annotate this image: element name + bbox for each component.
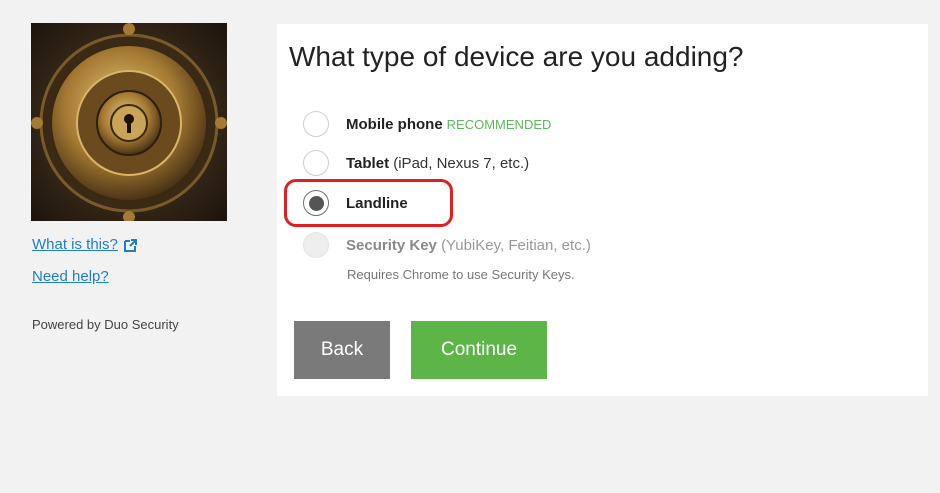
radio-security-key: [303, 232, 329, 258]
option-detail: (YubiKey, Feitian, etc.): [441, 236, 591, 254]
what-is-this-row: What is this?: [32, 235, 137, 255]
option-label: Tablet: [346, 154, 390, 172]
recommended-badge: RECOMMENDED: [446, 116, 552, 132]
option-detail: (iPad, Nexus 7, etc.): [393, 154, 530, 172]
option-label: Mobile phone: [346, 115, 443, 133]
option-label: Landline: [346, 194, 408, 212]
option-tablet[interactable]: Tablet (iPad, Nexus 7, etc.): [303, 149, 529, 177]
option-label: Security Key: [346, 236, 437, 254]
powered-by-text: Powered by Duo Security: [32, 317, 179, 332]
external-link-icon[interactable]: [123, 238, 137, 252]
need-help-link[interactable]: Need help?: [32, 267, 109, 287]
option-text: Landline: [346, 195, 408, 212]
security-key-note: Requires Chrome to use Security Keys.: [347, 267, 575, 282]
option-text: Tablet (iPad, Nexus 7, etc.): [346, 155, 529, 172]
option-mobile-phone[interactable]: Mobile phone RECOMMENDED: [303, 110, 551, 138]
option-security-key: Security Key (YubiKey, Feitian, etc.): [303, 231, 591, 259]
lehigh-seal-image: [31, 23, 227, 221]
radio-tablet[interactable]: [303, 150, 329, 176]
option-landline[interactable]: Landline: [303, 189, 408, 217]
continue-button[interactable]: Continue: [411, 321, 547, 379]
device-type-panel: What type of device are you adding? Mobi…: [277, 24, 928, 396]
option-text: Security Key (YubiKey, Feitian, etc.): [346, 237, 591, 254]
back-button[interactable]: Back: [294, 321, 390, 379]
radio-mobile-phone[interactable]: [303, 111, 329, 137]
university-logo: [31, 23, 227, 221]
option-text: Mobile phone RECOMMENDED: [346, 116, 551, 133]
page-title: What type of device are you adding?: [289, 41, 744, 72]
need-help-row: Need help?: [32, 267, 109, 287]
what-is-this-link[interactable]: What is this?: [32, 235, 118, 255]
radio-landline[interactable]: [303, 190, 329, 216]
sidebar: What is this? Need help? Powered by Duo …: [31, 23, 231, 332]
